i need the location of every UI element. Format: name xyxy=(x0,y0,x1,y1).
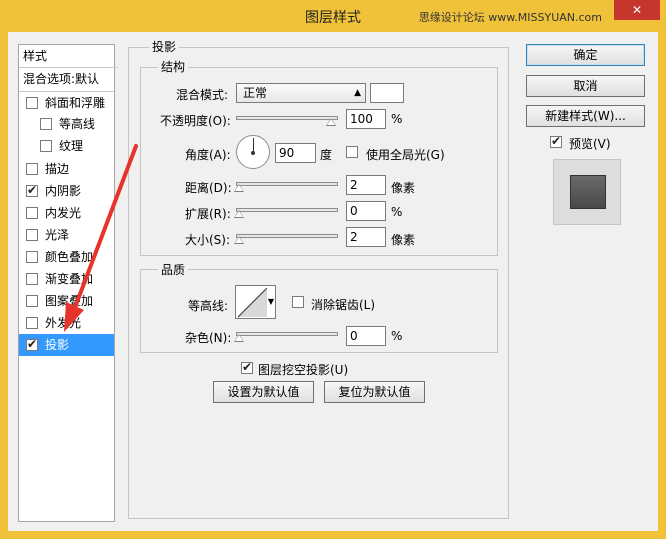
contour-label: 等高线: xyxy=(188,299,229,313)
distance-unit: 像素 xyxy=(391,181,416,195)
style-item-stroke[interactable]: 描边 xyxy=(19,158,114,180)
distance-input[interactable]: 2 xyxy=(346,175,386,195)
style-item-inner-shadow[interactable]: 内阴影 xyxy=(19,180,114,202)
style-item-contour[interactable]: 等高线 xyxy=(19,113,114,135)
drop-shadow-title: 投影 xyxy=(149,38,180,55)
inner-shadow-checkbox[interactable] xyxy=(26,183,38,197)
color-overlay-checkbox[interactable] xyxy=(26,251,38,263)
global-light-label[interactable]: 使用全局光(G) xyxy=(366,146,445,163)
opacity-slider[interactable] xyxy=(236,116,338,126)
style-item-gradient-overlay[interactable]: 渐变叠加 xyxy=(19,268,114,290)
style-preview-swatch xyxy=(570,175,606,209)
close-button[interactable]: ✕ xyxy=(614,0,660,20)
inner-glow-checkbox[interactable] xyxy=(26,207,38,219)
distance-label: 距离(D): xyxy=(185,181,232,195)
anti-alias-checkbox[interactable] xyxy=(292,296,304,308)
select-arrows-icon: ▲ xyxy=(354,88,361,98)
style-item-satin[interactable]: 光泽 xyxy=(19,224,114,246)
gradient-overlay-checkbox[interactable] xyxy=(26,273,38,285)
cancel-button[interactable]: 取消 xyxy=(526,75,645,97)
preview-label[interactable]: 预览(V) xyxy=(569,135,611,152)
style-item-pattern-overlay[interactable]: 图案叠加 xyxy=(19,290,114,312)
stroke-checkbox[interactable] xyxy=(26,163,38,175)
blend-mode-select[interactable]: 正常 ▲ xyxy=(236,83,366,103)
style-item-color-overlay[interactable]: 颜色叠加 xyxy=(19,246,114,268)
angle-unit: 度 xyxy=(320,148,333,162)
outer-glow-checkbox[interactable] xyxy=(26,317,38,329)
distance-slider[interactable] xyxy=(234,182,338,192)
watermark: 思缘设计论坛 www.MISSYUAN.com xyxy=(418,11,602,24)
make-default-button[interactable]: 设置为默认值 xyxy=(213,381,314,403)
style-preview-box xyxy=(553,159,621,225)
opacity-input[interactable]: 100 xyxy=(346,109,386,129)
opacity-slider-thumb[interactable] xyxy=(326,118,336,126)
contour-dropdown-icon[interactable]: ▼ xyxy=(268,297,274,306)
size-slider-thumb[interactable] xyxy=(234,236,244,244)
structure-title: 结构 xyxy=(158,58,189,75)
knockout-checkbox[interactable] xyxy=(241,360,253,374)
noise-slider-thumb[interactable] xyxy=(234,334,244,342)
size-unit: 像素 xyxy=(391,233,416,247)
style-item-inner-glow[interactable]: 内发光 xyxy=(19,202,114,224)
noise-unit: % xyxy=(391,329,403,343)
angle-label: 角度(A): xyxy=(185,148,231,162)
texture-checkbox[interactable] xyxy=(40,140,52,152)
blend-color-swatch[interactable] xyxy=(370,83,404,103)
spread-slider-thumb[interactable] xyxy=(234,210,244,218)
title-bar: 图层样式 思缘设计论坛 www.MISSYUAN.com ✕ xyxy=(0,0,666,32)
style-item-texture[interactable]: 纹理 xyxy=(19,135,114,157)
spread-label: 扩展(R): xyxy=(185,207,231,221)
dialog-client: 样式 混合选项:默认 斜面和浮雕 等高线 纹理 描边 内阴影 内发光 光泽 xyxy=(8,32,658,531)
size-label: 大小(S): xyxy=(185,233,231,247)
quality-title: 品质 xyxy=(158,261,189,278)
angle-input[interactable]: 90 xyxy=(275,143,316,163)
contour-checkbox[interactable] xyxy=(40,118,52,130)
spread-unit: % xyxy=(391,205,403,219)
opacity-label: 不透明度(O): xyxy=(160,114,231,128)
noise-input[interactable]: 0 xyxy=(346,326,386,346)
anti-alias-label[interactable]: 消除锯齿(L) xyxy=(311,296,375,313)
angle-dial[interactable] xyxy=(236,135,270,169)
preview-checkbox[interactable] xyxy=(550,134,562,148)
style-item-bevel-emboss[interactable]: 斜面和浮雕 xyxy=(19,91,114,114)
styles-header[interactable]: 样式 xyxy=(23,45,118,67)
style-item-drop-shadow[interactable]: 投影 xyxy=(19,334,114,356)
contour-picker[interactable]: ▼ xyxy=(235,285,276,319)
size-slider[interactable] xyxy=(234,234,338,244)
drop-shadow-checkbox[interactable] xyxy=(26,337,38,351)
knockout-label[interactable]: 图层挖空投影(U) xyxy=(258,361,348,378)
pattern-overlay-checkbox[interactable] xyxy=(26,295,38,307)
global-light-checkbox[interactable] xyxy=(346,146,358,158)
spread-input[interactable]: 0 xyxy=(346,201,386,221)
styles-list: 样式 混合选项:默认 斜面和浮雕 等高线 纹理 描边 内阴影 内发光 光泽 xyxy=(18,44,118,522)
contour-curve-icon xyxy=(237,287,268,318)
satin-checkbox[interactable] xyxy=(26,229,38,241)
noise-slider[interactable] xyxy=(234,332,338,342)
reset-default-button[interactable]: 复位为默认值 xyxy=(324,381,425,403)
distance-slider-thumb[interactable] xyxy=(234,184,244,192)
size-input[interactable]: 2 xyxy=(346,227,386,247)
new-style-button[interactable]: 新建样式(W)... xyxy=(526,105,645,127)
noise-label: 杂色(N): xyxy=(185,331,232,345)
spread-slider[interactable] xyxy=(234,208,338,218)
blend-options-item[interactable]: 混合选项:默认 xyxy=(19,67,118,90)
blend-mode-label: 混合模式: xyxy=(176,88,229,102)
ok-button[interactable]: 确定 xyxy=(526,44,645,66)
opacity-unit: % xyxy=(391,112,403,126)
bevel-emboss-checkbox[interactable] xyxy=(26,97,38,109)
style-item-outer-glow[interactable]: 外发光 xyxy=(19,312,114,334)
